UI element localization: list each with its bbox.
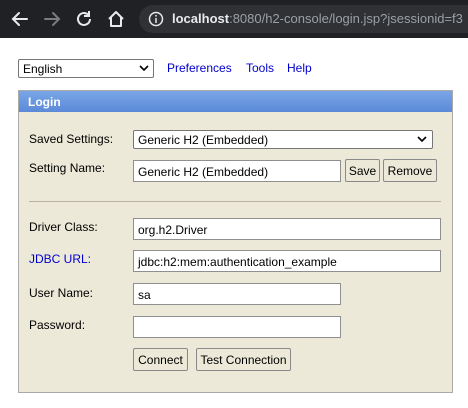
language-select[interactable]: English	[18, 59, 154, 78]
setting-name-label: Setting Name:	[29, 161, 106, 175]
saved-settings-select[interactable]: Generic H2 (Embedded)	[133, 130, 433, 149]
chevron-down-icon	[417, 136, 427, 143]
home-icon[interactable]	[105, 8, 127, 30]
driver-class-input[interactable]: org.h2.Driver	[133, 218, 441, 240]
url-path: :8080/h2-console/login.jsp?jsessionid=f3	[229, 11, 463, 26]
user-name-input[interactable]: sa	[133, 283, 341, 305]
login-panel: Login Saved Settings: Generic H2 (Embedd…	[18, 90, 453, 393]
login-panel-title: Login	[19, 91, 452, 112]
preferences-link[interactable]: Preferences	[167, 61, 232, 75]
browser-toolbar: localhost:8080/h2-console/login.jsp?jses…	[0, 0, 468, 38]
url-host: localhost	[172, 11, 230, 26]
language-select-value: English	[23, 62, 63, 76]
driver-class-label: Driver Class:	[29, 220, 98, 234]
divider	[29, 201, 441, 202]
tools-link[interactable]: Tools	[246, 61, 274, 75]
connect-button[interactable]: Connect	[133, 348, 188, 371]
back-arrow-icon[interactable]	[9, 8, 31, 30]
password-input[interactable]	[133, 316, 341, 338]
help-link[interactable]: Help	[287, 61, 312, 75]
reload-icon[interactable]	[73, 8, 95, 30]
remove-button[interactable]: Remove	[383, 159, 437, 182]
setting-name-input[interactable]: Generic H2 (Embedded)	[133, 160, 341, 182]
test-connection-button[interactable]: Test Connection	[196, 348, 291, 371]
save-button[interactable]: Save	[345, 159, 380, 182]
saved-settings-value: Generic H2 (Embedded)	[138, 133, 269, 147]
info-icon[interactable]	[148, 11, 164, 27]
saved-settings-label: Saved Settings:	[29, 132, 114, 146]
jdbc-url-input[interactable]: jdbc:h2:mem:authentication_example	[133, 250, 441, 272]
user-name-label: User Name:	[29, 286, 94, 300]
url-text: localhost:8080/h2-console/login.jsp?jses…	[172, 11, 463, 26]
jdbc-url-link[interactable]: JDBC URL:	[29, 252, 91, 266]
address-bar[interactable]: localhost:8080/h2-console/login.jsp?jses…	[139, 5, 468, 33]
password-label: Password:	[29, 318, 86, 332]
forward-arrow-icon[interactable]	[41, 8, 63, 30]
chevron-down-icon	[139, 65, 149, 72]
